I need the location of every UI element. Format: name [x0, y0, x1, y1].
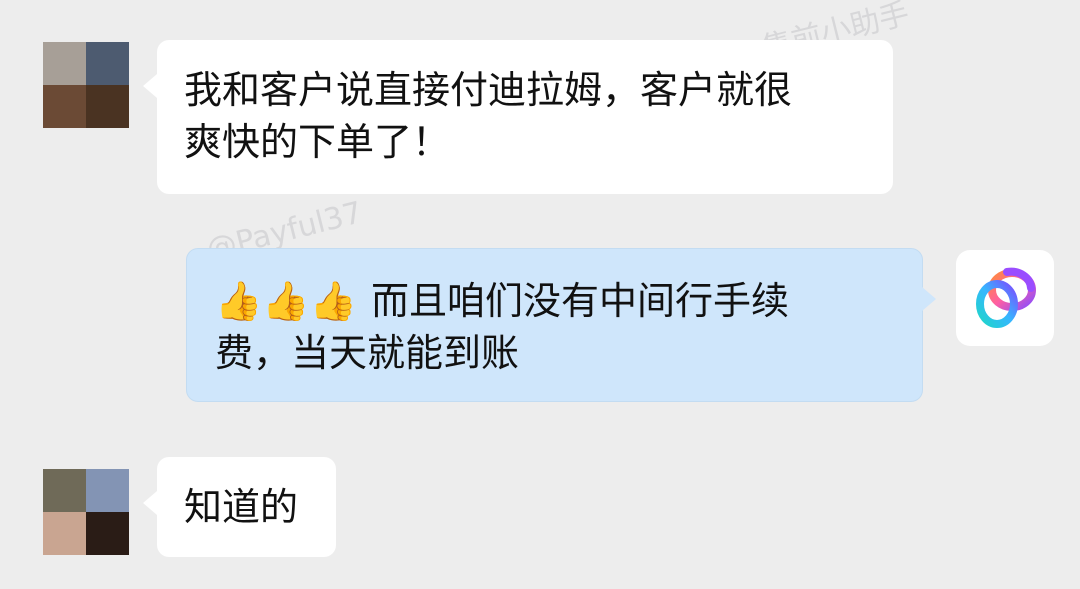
message-text-line: 爽快的下单了！: [184, 120, 451, 164]
avatar-self[interactable]: [956, 250, 1054, 346]
avatar-pixel: [43, 469, 86, 512]
avatar-pixel: [86, 42, 129, 85]
message-text-line: 我和客户说直接付迪拉姆，客户就很: [184, 68, 793, 112]
message-bubble-1[interactable]: 我和客户说直接付迪拉姆，客户就很 爽快的下单了！: [143, 40, 893, 194]
avatar-pixel: [43, 512, 86, 555]
avatar-pixel: [43, 42, 86, 85]
message-bubble-3[interactable]: 知道的: [143, 457, 336, 557]
avatar-pixel: [43, 85, 86, 128]
payful-logo-icon: [976, 267, 1036, 328]
avatar-pixel: [86, 512, 129, 555]
avatar-pixel: [86, 85, 129, 128]
avatar-pixel: [86, 469, 129, 512]
avatar-contact-1[interactable]: [43, 42, 129, 128]
message-bubble-2[interactable]: 👍👍👍 而且咱们没有中间行手续 费，当天就能到账: [186, 248, 936, 402]
message-text-line: 知道的: [184, 485, 299, 529]
message-text-line: 费，当天就能到账: [215, 331, 520, 375]
thumbs-up-icon: 👍👍👍: [215, 279, 357, 323]
avatar-contact-2[interactable]: [43, 469, 129, 555]
chat-window: 售前小助手 @Payful37 我和客户说直接付迪拉姆，客户就很 爽快的下单了！…: [0, 0, 1080, 589]
message-text-line: 而且咱们没有中间行手续: [370, 279, 789, 323]
